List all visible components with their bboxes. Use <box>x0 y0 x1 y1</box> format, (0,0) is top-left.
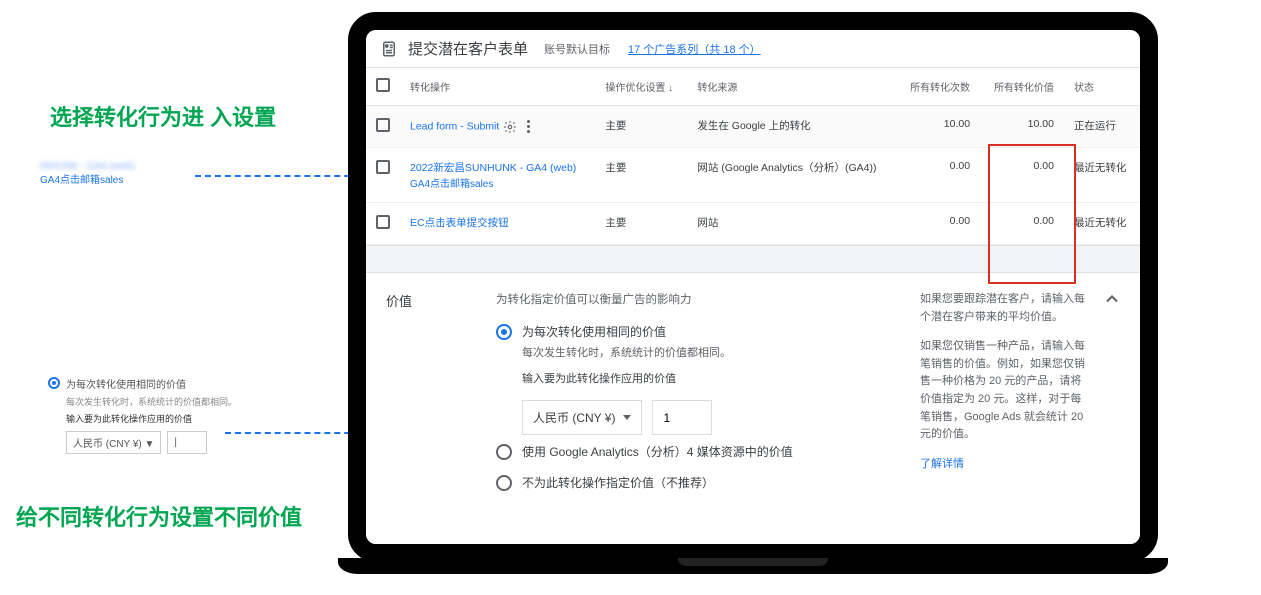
gear-icon[interactable] <box>503 120 517 134</box>
conversion-name[interactable]: Lead form - Submit <box>400 106 595 148</box>
cell-source: 网站 <box>687 203 896 245</box>
radio-same-value[interactable]: 为每次转化使用相同的价值 每次发生转化时，系统统计的价值都相同。 输入要为此转化… <box>496 323 900 386</box>
currency-mini: 人民币 (CNY ¥) ▼ <box>66 431 161 454</box>
app-screen: 提交潜在客户表单 账号默认目标 17 个广告系列（共 18 个） 转化操作 操作… <box>366 30 1140 544</box>
radio-icon <box>496 475 512 491</box>
campaigns-link[interactable]: 17 个广告系列（共 18 个） <box>628 41 761 57</box>
cell-setting: 主要 <box>595 148 687 203</box>
col-status[interactable]: 状态 <box>1064 68 1140 106</box>
cell-source: 网站 (Google Analytics（分析）(GA4)) <box>687 148 896 203</box>
radio-icon <box>48 377 60 389</box>
value-section-title: 价值 <box>386 291 476 505</box>
table-row: EC点击表单提交按钮主要网站0.000.00最近无转化 <box>366 203 1140 245</box>
row-checkbox[interactable] <box>376 215 390 229</box>
laptop-base <box>338 558 1168 574</box>
radio-ga4-value[interactable]: 使用 Google Analytics（分析）4 媒体资源中的价值 <box>496 443 900 460</box>
page-subtitle: 账号默认目标 <box>544 41 610 57</box>
collapse-icon[interactable] <box>1102 289 1122 309</box>
row-checkbox[interactable] <box>376 160 390 174</box>
radio-icon <box>496 444 512 460</box>
cell-count: 10.00 <box>896 106 980 148</box>
col-setting[interactable]: 操作优化设置 <box>595 68 687 106</box>
cell-value: 10.00 <box>980 106 1064 148</box>
value-section: 价值 为转化指定价值可以衡量广告的影响力 为每次转化使用相同的价值 每次发生转化… <box>366 273 1140 523</box>
cell-source: 发生在 Google 上的转化 <box>687 106 896 148</box>
cell-status: 最近无转化 <box>1064 203 1140 245</box>
cell-status: 最近无转化 <box>1064 148 1140 203</box>
radio-icon <box>496 324 512 340</box>
value-desc: 为转化指定价值可以衡量广告的影响力 <box>496 291 900 307</box>
table-row: 2022新宏昌SUNHUNK - GA4 (web)GA4点击邮箱sales主要… <box>366 148 1140 203</box>
learn-more-link[interactable]: 了解详情 <box>920 458 964 470</box>
row-checkbox[interactable] <box>376 118 390 132</box>
page-header: 提交潜在客户表单 账号默认目标 17 个广告系列（共 18 个） <box>366 30 1140 68</box>
cell-setting: 主要 <box>595 106 687 148</box>
side-thumbnail-row: INHUNK - GA4 (web) GA4点击邮箱sales <box>40 160 135 188</box>
conversions-table: 转化操作 操作优化设置 转化来源 所有转化次数 所有转化价值 状态 Lead f… <box>366 68 1140 245</box>
col-value[interactable]: 所有转化价值 <box>980 68 1064 106</box>
cell-value: 0.00 <box>980 203 1064 245</box>
value-input[interactable] <box>652 400 712 435</box>
select-all-checkbox[interactable] <box>376 78 390 92</box>
value-mini: | <box>167 431 207 454</box>
more-icon[interactable] <box>527 118 530 135</box>
cell-status: 正在运行 <box>1064 106 1140 148</box>
currency-select[interactable]: 人民币 (CNY ¥) <box>522 400 642 435</box>
table-row: Lead form - Submit主要发生在 Google 上的转化10.00… <box>366 106 1140 148</box>
conversion-name[interactable]: EC点击表单提交按钮 <box>400 203 595 245</box>
col-action[interactable]: 转化操作 <box>400 68 595 106</box>
help-panel: 如果您要跟踪潜在客户，请输入每个潜在客户带来的平均价值。 如果您仅销售一种产品，… <box>920 291 1120 505</box>
form-icon <box>380 40 398 58</box>
cell-value: 0.00 <box>980 148 1064 203</box>
laptop-frame: 提交潜在客户表单 账号默认目标 17 个广告系列（共 18 个） 转化操作 操作… <box>338 0 1168 580</box>
page-title: 提交潜在客户表单 <box>408 38 528 59</box>
col-source[interactable]: 转化来源 <box>687 68 896 106</box>
annotation-set-value: 给不同转化行为设置不同价值 <box>16 500 302 532</box>
annotation-select-conversion: 选择转化行为进 入设置 <box>50 100 276 132</box>
section-gap <box>366 245 1140 273</box>
cell-count: 0.00 <box>896 148 980 203</box>
side-thumbnail-value: 为每次转化使用相同的价值 每次发生转化时，系统统计的价值都相同。 输入要为此转化… <box>48 376 237 454</box>
caret-down-icon <box>623 415 631 420</box>
col-count[interactable]: 所有转化次数 <box>896 68 980 106</box>
cell-count: 0.00 <box>896 203 980 245</box>
cell-setting: 主要 <box>595 203 687 245</box>
radio-no-value[interactable]: 不为此转化操作指定价值（不推荐） <box>496 474 900 491</box>
conversion-name[interactable]: 2022新宏昌SUNHUNK - GA4 (web)GA4点击邮箱sales <box>400 148 595 203</box>
